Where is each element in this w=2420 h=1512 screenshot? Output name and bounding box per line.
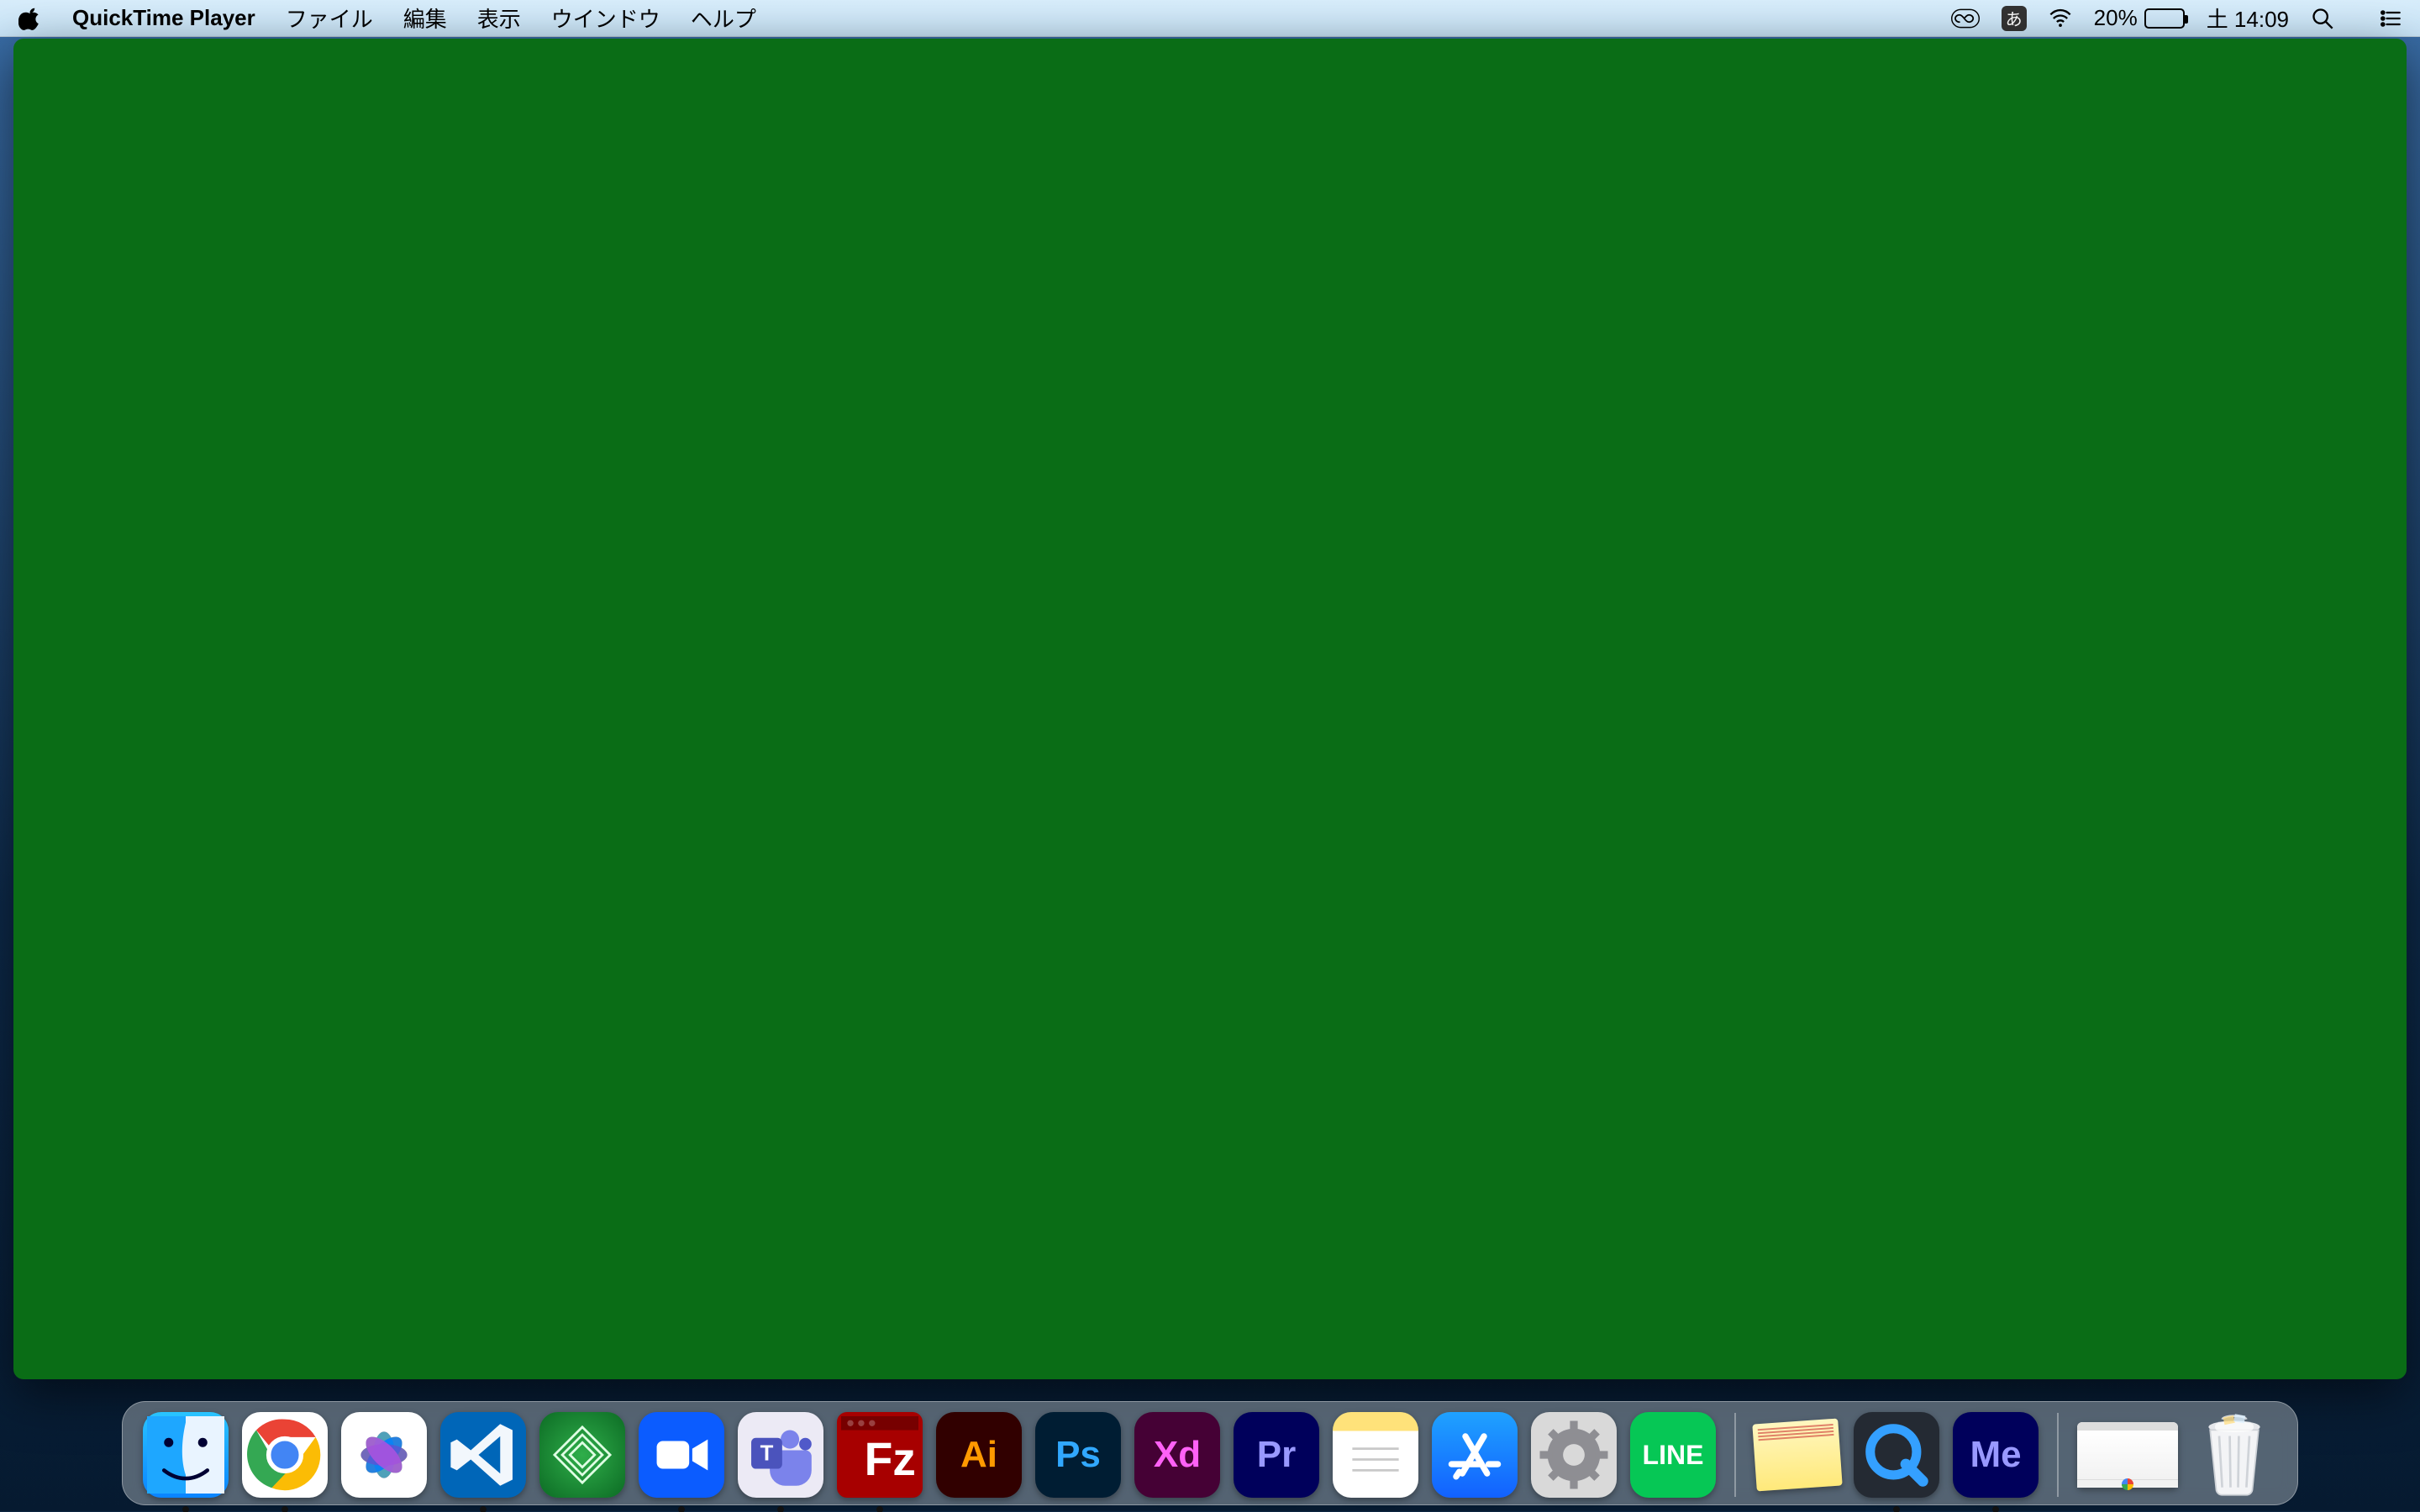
menu-edit[interactable]: 編集 <box>403 3 447 34</box>
dock-min-quicktime[interactable] <box>1854 1412 1939 1498</box>
dock-running-indicator <box>1893 1506 1900 1512</box>
spotlight-icon[interactable] <box>2311 7 2334 30</box>
dock-app-photos[interactable] <box>341 1412 427 1498</box>
dock-app-appstore[interactable] <box>1432 1412 1518 1498</box>
adobe-tile-label: Ai <box>960 1434 997 1476</box>
dock: T Fz Ai Ps Xd Pr <box>122 1401 2298 1505</box>
dock-app-premiere[interactable]: Pr <box>1234 1412 1319 1498</box>
dock-app-filezilla[interactable]: Fz <box>837 1412 923 1498</box>
dock-running-indicator <box>1992 1506 1999 1512</box>
dock-app-zoom[interactable] <box>639 1412 724 1498</box>
dock-running-indicator <box>777 1506 784 1512</box>
dock-app-chrome[interactable] <box>242 1412 328 1498</box>
menu-bar-clock[interactable]: 土 14:09 <box>2207 3 2289 34</box>
dock-app-illustrator[interactable]: Ai <box>936 1412 1022 1498</box>
apple-menu-icon[interactable] <box>18 7 42 30</box>
menu-window[interactable]: ウインドウ <box>551 3 660 34</box>
creative-cloud-icon[interactable] <box>1951 8 1980 29</box>
dock-running-indicator <box>182 1506 189 1512</box>
dock-app-photoshop[interactable]: Ps <box>1035 1412 1121 1498</box>
dock-app-settings[interactable] <box>1531 1412 1617 1498</box>
dock-min-sticky-note[interactable] <box>1752 1419 1842 1492</box>
battery-icon <box>2144 8 2185 29</box>
menu-help[interactable]: ヘルプ <box>691 3 756 34</box>
battery-percent-text: 20% <box>2094 5 2138 31</box>
line-label: LINE <box>1643 1440 1704 1471</box>
screen-recording-window[interactable] <box>13 39 2407 1379</box>
dock-separator <box>2057 1413 2059 1497</box>
dock-min-chrome-window[interactable] <box>2077 1422 2178 1488</box>
dock-trash[interactable] <box>2191 1412 2277 1498</box>
adobe-tile-label: Pr <box>1257 1434 1296 1476</box>
dock-min-media-encoder[interactable]: Me <box>1953 1412 2039 1498</box>
control-center-icon[interactable] <box>2378 7 2402 30</box>
menu-bar-left: QuickTime Player ファイル 編集 表示 ウインドウ ヘルプ <box>18 3 756 34</box>
dock-app-teams[interactable]: T <box>738 1412 823 1498</box>
dock-running-indicator <box>281 1506 288 1512</box>
dock-running-indicator <box>678 1506 685 1512</box>
wifi-icon[interactable] <box>2049 7 2072 30</box>
dock-app-finder[interactable] <box>143 1412 229 1498</box>
dock-running-indicator <box>480 1506 487 1512</box>
menu-bar: QuickTime Player ファイル 編集 表示 ウインドウ ヘルプ あ … <box>0 0 2420 37</box>
svg-text:T: T <box>760 1441 774 1465</box>
battery-status[interactable]: 20% <box>2094 5 2185 31</box>
adobe-tile-label: Ps <box>1055 1434 1101 1476</box>
japanese-ime-icon[interactable]: あ <box>2002 6 2027 31</box>
dock-app-green-diamond[interactable] <box>539 1412 625 1498</box>
dock-app-xd[interactable]: Xd <box>1134 1412 1220 1498</box>
svg-text:Fz: Fz <box>865 1433 916 1485</box>
menu-file[interactable]: ファイル <box>286 3 373 34</box>
dock-app-line[interactable]: LINE <box>1630 1412 1716 1498</box>
active-app-name[interactable]: QuickTime Player <box>72 5 255 31</box>
dock-app-vscode[interactable] <box>440 1412 526 1498</box>
dock-separator <box>1734 1413 1736 1497</box>
adobe-tile-label: Xd <box>1154 1434 1201 1476</box>
adobe-tile-label: Me <box>1970 1434 2021 1476</box>
dock-bar: T Fz Ai Ps Xd Pr <box>122 1401 2298 1505</box>
dock-app-notes[interactable] <box>1333 1412 1418 1498</box>
menu-view[interactable]: 表示 <box>477 3 521 34</box>
menu-bar-right: あ 20% 土 14:09 <box>1951 3 2402 34</box>
dock-running-indicator <box>876 1506 883 1512</box>
